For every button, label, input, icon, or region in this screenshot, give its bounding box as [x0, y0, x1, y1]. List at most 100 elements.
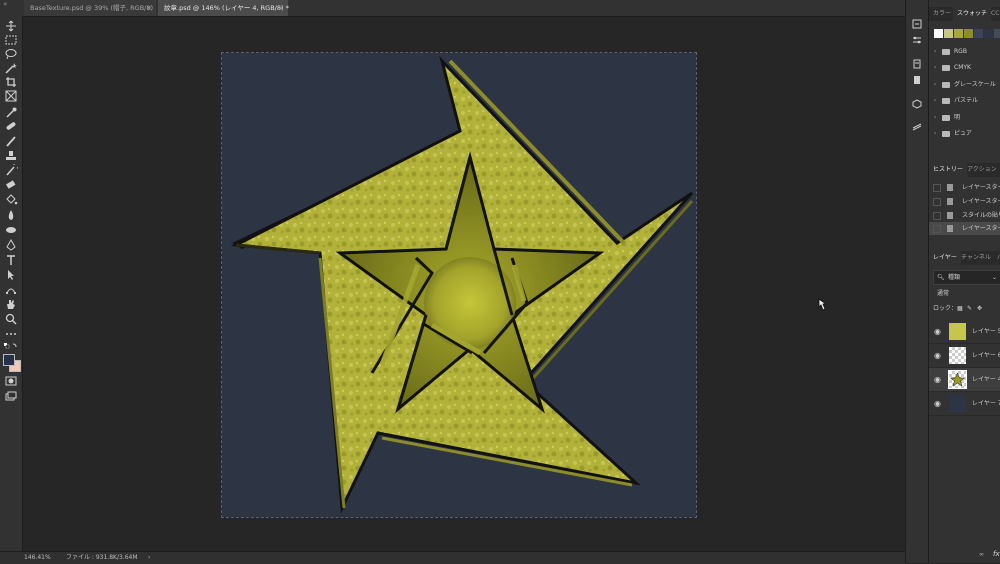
path-select-icon[interactable] — [4, 269, 18, 281]
swatch-group-pastel[interactable]: › パステル — [929, 93, 1000, 109]
swatch-panel-tabs: カラー スウォッチ CC — [929, 7, 1000, 21]
zoom-icon[interactable] — [4, 313, 18, 325]
layer-thumbnail — [949, 395, 966, 412]
move-icon[interactable] — [4, 20, 18, 32]
3d-cube-icon[interactable] — [912, 94, 922, 113]
shape-icon[interactable] — [4, 284, 18, 296]
history-state-icon — [947, 184, 953, 191]
stamp-icon[interactable] — [4, 150, 18, 162]
panel-icon-strip — [905, 0, 928, 563]
lasso-icon[interactable] — [4, 48, 18, 60]
lock-brush-icon[interactable]: ✎ — [967, 303, 972, 315]
hand-cursor-icon — [816, 297, 830, 316]
swatch[interactable] — [974, 29, 983, 38]
adjustments-icon[interactable] — [912, 30, 922, 49]
history-brush-icon[interactable] — [4, 164, 18, 176]
lock-position-icon[interactable]: ✥ — [977, 303, 982, 315]
history-item[interactable]: レイヤースタイ — [929, 181, 1000, 194]
link-layers-icon[interactable]: ∞ — [979, 551, 984, 558]
swatch[interactable] — [944, 29, 953, 38]
pen-icon[interactable] — [4, 239, 18, 251]
close-icon[interactable]: × — [279, 0, 284, 16]
swatch-group-grayscale[interactable]: › グレースケール — [929, 77, 1000, 93]
default-colors-icon[interactable] — [4, 343, 18, 349]
swatch-group-pure[interactable]: › ピュア — [929, 126, 1000, 142]
tools-panel — [0, 16, 23, 551]
document-canvas[interactable] — [221, 52, 697, 518]
folder-icon — [942, 131, 950, 137]
history-state-icon — [947, 225, 953, 232]
history-item[interactable]: レイヤースタイ — [929, 195, 1000, 208]
tab-label: BaseTexture.psd @ 39% (帽子, RGB/8) — [30, 4, 154, 12]
swatch-group-cmyk[interactable]: › CMYK — [929, 60, 1000, 76]
layer-row[interactable]: ◉ レイヤー 6 — [929, 344, 1000, 368]
tab-color[interactable]: カラー — [929, 7, 955, 21]
tab-label: 紋章.psd @ 146% (レイヤー 4, RGB/8) * — [164, 4, 289, 12]
search-icon: 🔍︎ — [937, 274, 945, 281]
swatch[interactable] — [964, 29, 973, 38]
layer-row[interactable]: ◉ レイヤー 7 — [929, 392, 1000, 416]
tab-history[interactable]: ヒストリー — [929, 163, 968, 177]
tab-emblem[interactable]: 紋章.psd @ 146% (レイヤー 4, RGB/8) * × — [158, 0, 289, 16]
zoom-level[interactable]: 146.41% — [24, 552, 51, 564]
frame-icon[interactable] — [4, 90, 18, 102]
layer-thumbnail — [949, 323, 966, 340]
filter-kind: 種類 — [948, 274, 961, 281]
tab-swatches[interactable]: スウォッチ — [953, 7, 992, 21]
blur-icon[interactable] — [4, 209, 18, 221]
swatch[interactable] — [984, 29, 993, 38]
swatch-group-rgb[interactable]: › RGB — [929, 44, 1000, 60]
libraries-icon[interactable] — [912, 70, 922, 89]
status-menu-arrow[interactable]: › — [148, 552, 150, 564]
layer-row-selected[interactable]: ◉ レイヤー 4 — [929, 368, 1000, 392]
chevron-down-icon: ⌄ — [992, 274, 998, 281]
swatch[interactable] — [994, 29, 1000, 38]
eye-icon[interactable]: ◉ — [934, 368, 941, 391]
swatch[interactable] — [954, 29, 963, 38]
layer-filter[interactable]: 🔍︎ 種類 ⌄ — [933, 270, 1000, 285]
more-icon[interactable] — [4, 328, 18, 340]
close-icon[interactable]: × — [147, 0, 152, 16]
layer-thumbnail — [949, 347, 966, 364]
tab-channels[interactable]: チャンネル — [957, 251, 995, 265]
eye-icon[interactable]: ◉ — [934, 392, 941, 415]
swatch-group-light[interactable]: › 明 — [929, 110, 1000, 126]
folder-icon — [942, 98, 950, 104]
layer-row[interactable]: ◉ レイヤー 5 — [929, 320, 1000, 344]
eyedropper-icon[interactable] — [4, 106, 18, 118]
foreground-color-swatch[interactable] — [3, 354, 15, 366]
eye-icon[interactable]: ◉ — [934, 344, 941, 367]
swatch[interactable] — [934, 29, 943, 38]
healing-icon[interactable] — [4, 120, 18, 132]
collapse-panels-icon[interactable]: « — [3, 0, 7, 8]
screen-mode-icon[interactable] — [4, 390, 18, 402]
lock-transparency-icon[interactable]: ▦ — [957, 303, 963, 315]
document-tab-bar: « BaseTexture.psd @ 39% (帽子, RGB/8) × 紋章… — [0, 0, 905, 17]
folder-icon — [942, 115, 950, 121]
dodge-icon[interactable] — [4, 224, 18, 236]
blend-mode-select[interactable]: 通常 — [933, 288, 999, 300]
tab-actions[interactable]: アクション — [963, 163, 1000, 177]
tab-basetexture[interactable]: BaseTexture.psd @ 39% (帽子, RGB/8) × — [24, 0, 156, 16]
magic-wand-icon[interactable] — [4, 62, 18, 74]
marquee-icon[interactable] — [4, 34, 18, 46]
crop-icon[interactable] — [4, 76, 18, 88]
paths-icon[interactable] — [912, 116, 922, 135]
fx-button[interactable]: fx — [993, 550, 1000, 558]
brush-icon[interactable] — [4, 135, 18, 147]
eye-icon[interactable]: ◉ — [934, 320, 941, 343]
folder-icon — [942, 49, 950, 55]
hand-icon[interactable] — [4, 298, 18, 310]
quick-mask-icon[interactable] — [4, 375, 18, 387]
file-info: ファイル : 931.8K/3.64M — [66, 554, 138, 561]
emblem-artwork — [230, 55, 694, 514]
tab-paths[interactable]: パ — [993, 251, 1000, 265]
tab-cc[interactable]: CC — [987, 7, 1000, 21]
type-icon[interactable] — [4, 254, 18, 266]
history-item[interactable]: スタイルの貼り — [929, 209, 1000, 222]
history-item-selected[interactable]: レイヤースタイ — [929, 222, 1000, 235]
eraser-icon[interactable] — [4, 179, 18, 191]
paint-bucket-icon[interactable] — [4, 194, 18, 206]
lock-row: ロック： ▦ ✎ ✥ — [933, 303, 999, 315]
history-panel-tabs: ヒストリー アクション — [929, 163, 1000, 177]
